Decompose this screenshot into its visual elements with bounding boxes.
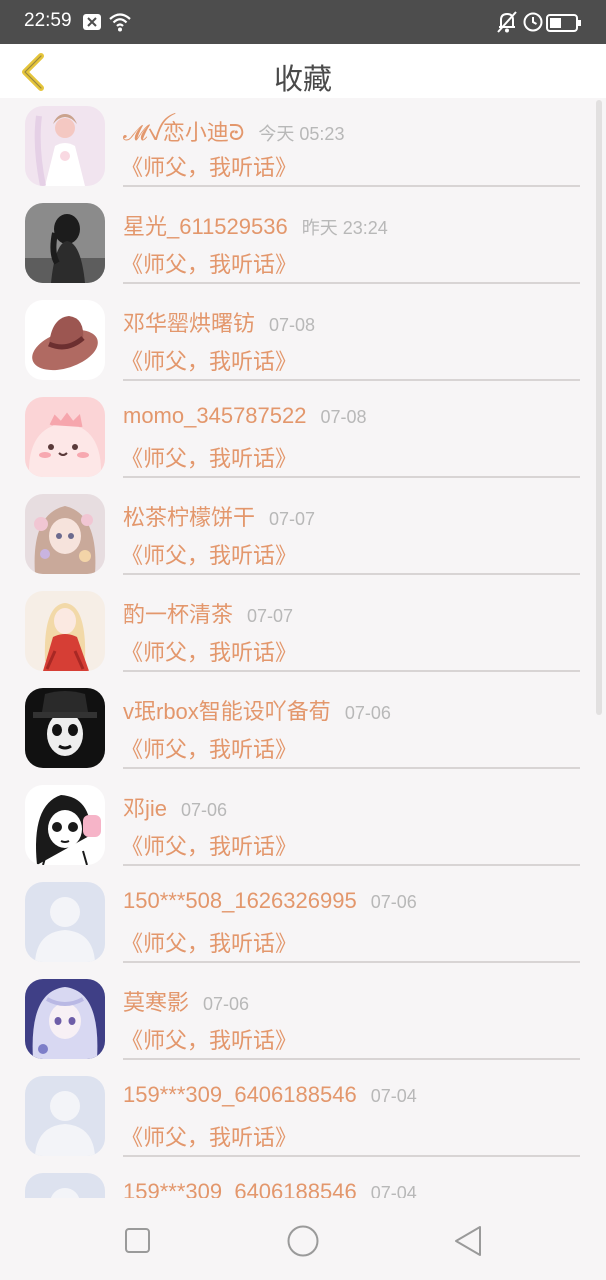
- mute-bell-icon: [496, 10, 518, 38]
- avatar[interactable]: [25, 300, 105, 380]
- status-bar: 22:59: [0, 0, 606, 44]
- work-title[interactable]: 《师父，我听话》: [121, 344, 297, 376]
- avatar[interactable]: [25, 591, 105, 671]
- favorite-date: 今天 05:23: [258, 124, 345, 144]
- favorite-date: 07-06: [181, 800, 228, 820]
- favorite-item[interactable]: 150***508_1626326995 07-06 《师父，我听话》: [0, 874, 590, 971]
- avatar[interactable]: [25, 494, 105, 574]
- avatar[interactable]: [25, 106, 105, 186]
- favorite-item[interactable]: 酌一杯清茶 07-07 《师父，我听话》: [0, 583, 590, 680]
- avatar[interactable]: [25, 882, 105, 962]
- favorite-meta: 松茶柠檬饼干 07-07: [123, 500, 315, 532]
- home-circle-icon[interactable]: [286, 1224, 320, 1262]
- user-name[interactable]: 159***309_6406188546: [123, 1082, 357, 1107]
- favorite-date: 07-04: [370, 1183, 417, 1198]
- favorite-meta: 邓华罂烘曙钫 07-08: [123, 306, 315, 338]
- work-title[interactable]: 《师父，我听话》: [121, 635, 297, 667]
- user-name[interactable]: 酌一杯清茶: [123, 602, 233, 627]
- favorite-item[interactable]: 159***309_6406188546 07-04 《师父，我听话》: [0, 1068, 590, 1165]
- recents-square-icon[interactable]: [124, 1228, 152, 1258]
- user-name[interactable]: 159***309_6406188546: [123, 1179, 357, 1198]
- avatar[interactable]: [25, 203, 105, 283]
- user-name[interactable]: 150***508_1626326995: [123, 888, 357, 913]
- favorite-date: 07-08: [269, 315, 316, 335]
- row-divider: [123, 476, 580, 478]
- favorite-date: 07-07: [247, 606, 294, 626]
- clock-icon: [522, 11, 544, 37]
- favorite-item[interactable]: v珉rbox智能设吖备荀 07-06 《师父，我听话》: [0, 680, 590, 777]
- app-header: 收藏: [0, 44, 606, 98]
- user-name[interactable]: 星光_611529536: [123, 214, 288, 239]
- favorite-date: 07-07: [269, 509, 316, 529]
- favorite-item[interactable]: 159***309_6406188546 07-04: [0, 1165, 590, 1198]
- avatar[interactable]: [25, 785, 105, 865]
- row-divider: [123, 864, 580, 866]
- work-title[interactable]: 《师父，我听话》: [121, 1023, 297, 1055]
- favorite-meta: 159***309_6406188546 07-04: [123, 1179, 417, 1198]
- work-title[interactable]: 《师父，我听话》: [121, 926, 297, 958]
- favorite-date: 07-06: [370, 892, 417, 912]
- favorite-date: 07-06: [203, 994, 250, 1014]
- user-name[interactable]: 莫寒影: [123, 990, 189, 1015]
- favorite-date: 07-08: [320, 407, 367, 427]
- row-divider: [123, 767, 580, 769]
- favorite-meta: momo_345787522 07-08: [123, 403, 367, 429]
- favorite-date: 07-04: [370, 1086, 417, 1106]
- row-divider: [123, 282, 580, 284]
- favorite-item[interactable]: 邓华罂烘曙钫 07-08 《师父，我听话》: [0, 292, 590, 389]
- user-name[interactable]: 邓华罂烘曙钫: [123, 311, 255, 336]
- favorite-meta: 159***309_6406188546 07-04: [123, 1082, 417, 1108]
- favorite-date: 昨天 23:24: [301, 218, 388, 238]
- favorite-item[interactable]: 星光_611529536 昨天 23:24 《师父，我听话》: [0, 195, 590, 292]
- work-title[interactable]: 《师父，我听话》: [121, 150, 297, 182]
- wifi-icon: [108, 11, 132, 37]
- work-title[interactable]: 《师父，我听话》: [121, 538, 297, 570]
- row-divider: [123, 1058, 580, 1060]
- favorite-meta: 莫寒影 07-06: [123, 985, 249, 1017]
- favorite-item[interactable]: 𝓜ꪜ恋小迪ᘒ 今天 05:23 《师父，我听话》: [0, 98, 590, 195]
- row-divider: [123, 961, 580, 963]
- page-title: 收藏: [273, 62, 332, 96]
- favorite-meta: 邓jie 07-06: [123, 791, 227, 823]
- favorite-meta: 星光_611529536 昨天 23:24: [123, 209, 388, 241]
- close-box-icon: [82, 12, 102, 36]
- avatar[interactable]: [25, 1173, 105, 1198]
- user-name[interactable]: 松茶柠檬饼干: [123, 505, 255, 530]
- user-name[interactable]: 𝓜ꪜ恋小迪ᘒ: [123, 120, 244, 145]
- system-nav-bar: [0, 1198, 606, 1280]
- favorite-item[interactable]: 邓jie 07-06 《师父，我听话》: [0, 777, 590, 874]
- row-divider: [123, 670, 580, 672]
- row-divider: [123, 1155, 580, 1157]
- row-divider: [123, 185, 580, 187]
- favorite-date: 07-06: [344, 703, 391, 723]
- back-triangle-icon[interactable]: [452, 1225, 484, 1261]
- work-title[interactable]: 《师父，我听话》: [121, 247, 297, 279]
- user-name[interactable]: 邓jie: [123, 796, 167, 821]
- avatar[interactable]: [25, 1076, 105, 1156]
- favorite-item[interactable]: 莫寒影 07-06 《师父，我听话》: [0, 971, 590, 1068]
- favorites-list[interactable]: 𝓜ꪜ恋小迪ᘒ 今天 05:23 《师父，我听话》 星光_611529536 昨天 23:…: [0, 98, 606, 1198]
- favorite-meta: v珉rbox智能设吖备荀 07-06: [123, 694, 391, 726]
- user-name[interactable]: momo_345787522: [123, 403, 306, 428]
- row-divider: [123, 379, 580, 381]
- favorite-meta: 酌一杯清茶 07-07: [123, 597, 293, 629]
- work-title[interactable]: 《师父，我听话》: [121, 732, 297, 764]
- work-title[interactable]: 《师父，我听话》: [121, 829, 297, 861]
- row-divider: [123, 573, 580, 575]
- work-title[interactable]: 《师父，我听话》: [121, 441, 297, 473]
- work-title[interactable]: 《师父，我听话》: [121, 1120, 297, 1152]
- avatar[interactable]: [25, 397, 105, 477]
- avatar[interactable]: [25, 688, 105, 768]
- favorite-meta: 150***508_1626326995 07-06: [123, 888, 417, 914]
- favorite-item[interactable]: momo_345787522 07-08 《师父，我听话》: [0, 389, 590, 486]
- status-time: 22:59: [24, 10, 72, 31]
- battery-icon: [546, 13, 582, 37]
- favorite-item[interactable]: 松茶柠檬饼干 07-07 《师父，我听话》: [0, 486, 590, 583]
- avatar[interactable]: [25, 979, 105, 1059]
- list-scrollbar[interactable]: [596, 100, 602, 715]
- user-name[interactable]: v珉rbox智能设吖备荀: [123, 699, 331, 724]
